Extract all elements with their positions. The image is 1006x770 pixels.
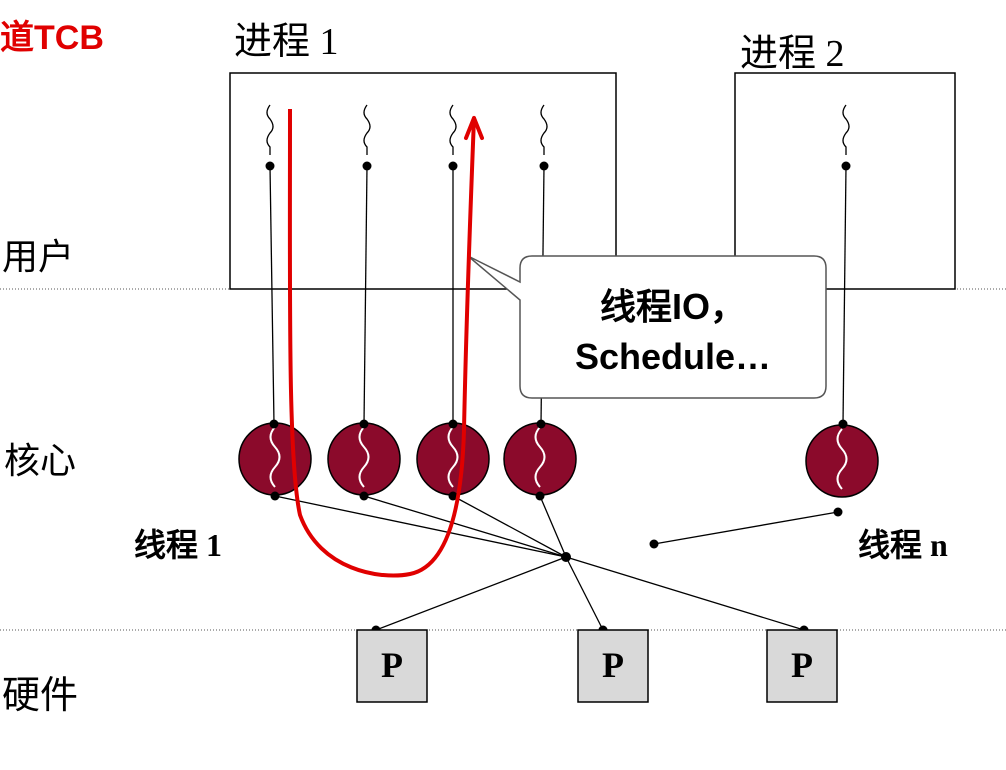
user-layer-label: 用户 <box>2 237 75 277</box>
kernel-threads <box>238 422 879 498</box>
callout-line-1: 线程IO， <box>599 286 746 327</box>
user-thread-1-squiggle <box>266 104 274 155</box>
thread-n-label: 线程 n <box>858 527 948 563</box>
kernel-thread-4 <box>503 422 577 496</box>
callout-line-2: Schedule… <box>574 336 772 377</box>
kernel-thread-3 <box>416 422 490 496</box>
processor-3-label: P <box>791 645 813 685</box>
user-thread-5-squiggle <box>842 104 850 155</box>
user-thread-4-squiggle <box>540 104 548 155</box>
hardware-layer-label: 硬件 <box>2 675 79 717</box>
kernel-thread-diagram: 道TCB 进程 1 进程 2 用户 核心 硬件 线程IO， Schedule… … <box>0 0 1006 770</box>
kernel-thread-1 <box>238 422 312 496</box>
thread-1-label: 线程 1 <box>134 527 223 563</box>
processor-2-label: P <box>602 645 624 685</box>
kernel-layer-label: 核心 <box>4 441 77 481</box>
top-left-label: 道TCB <box>0 19 104 57</box>
process-2-title: 进程 2 <box>740 33 845 75</box>
kernel-thread-2 <box>327 422 401 496</box>
user-thread-3-squiggle <box>449 104 457 155</box>
kernel-thread-n <box>805 424 879 498</box>
processor-1-label: P <box>381 645 403 685</box>
user-thread-2-squiggle <box>363 104 371 155</box>
user-thread-squiggles <box>266 104 850 155</box>
process-1-title: 进程 1 <box>234 21 339 63</box>
scheduler-lines <box>274 495 839 631</box>
connector-dots-top <box>265 161 851 171</box>
diagram-canvas <box>0 72 1006 703</box>
